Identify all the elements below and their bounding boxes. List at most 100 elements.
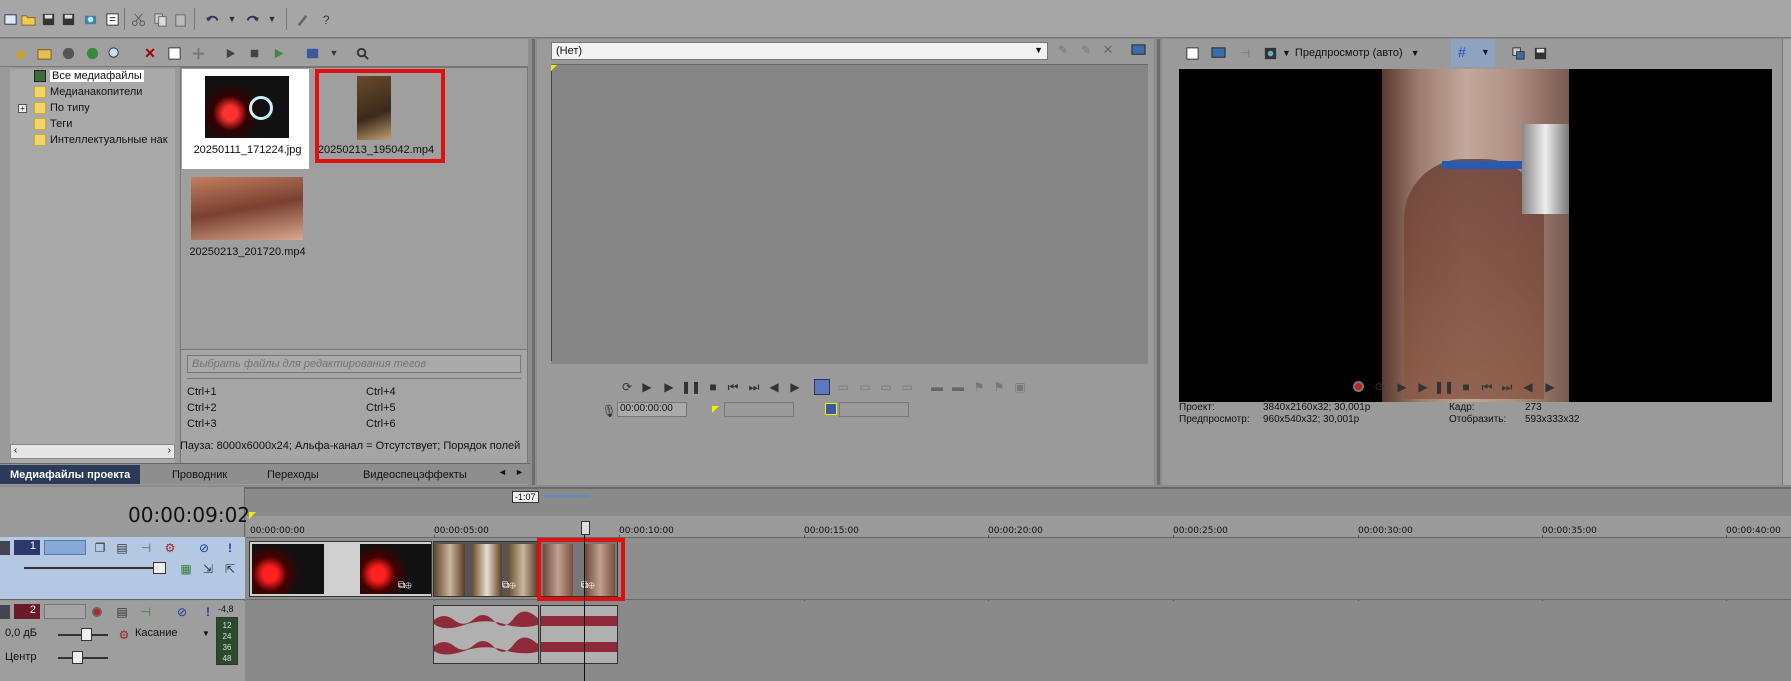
delete-icon[interactable]: ✕ xyxy=(142,45,158,61)
loop-icon[interactable]: ⟳ xyxy=(619,379,635,395)
clip-crop-icon[interactable]: ⧉⊕ xyxy=(502,580,516,591)
trimmer-play-icon[interactable]: ▶ xyxy=(661,379,677,395)
flag-icon[interactable]: ⚑ xyxy=(971,379,987,395)
project-properties-icon[interactable] xyxy=(1184,45,1200,61)
tab-explorer[interactable]: Проводник xyxy=(162,465,237,484)
brush-icon[interactable] xyxy=(294,11,310,27)
solo-icon[interactable]: ! xyxy=(200,604,216,620)
overwrite-icon[interactable]: ▬ xyxy=(950,379,966,395)
automation-icon[interactable]: ⚙ xyxy=(116,627,132,643)
playhead-handle[interactable] xyxy=(581,521,590,535)
solo-icon[interactable]: ! xyxy=(222,540,238,556)
trimmer-view[interactable] xyxy=(551,64,1148,364)
stop-icon[interactable] xyxy=(246,45,262,61)
views-dropdown-icon[interactable]: ▼ xyxy=(326,45,342,61)
trim-in-icon[interactable]: ✎ xyxy=(1055,42,1071,58)
tabs-scroll-right-icon[interactable]: ► xyxy=(515,467,524,477)
track-fx-icon[interactable]: ⚙ xyxy=(162,540,178,556)
media-thumbnail-mp4-2[interactable] xyxy=(191,177,303,240)
pause-icon[interactable]: ❚❚ xyxy=(1434,379,1454,395)
loop-icon[interactable]: ⟳ xyxy=(1372,379,1388,395)
insert-icon[interactable]: ▬ xyxy=(929,379,945,395)
overlays-icon[interactable] xyxy=(1262,45,1278,61)
tree-item-by-type[interactable]: По типу xyxy=(34,100,90,115)
import-media-icon[interactable] xyxy=(36,45,52,61)
tab-transitions[interactable]: Переходы xyxy=(257,465,329,484)
media-thumbnail-jpg[interactable] xyxy=(205,76,289,138)
pan-slider-thumb[interactable] xyxy=(72,651,83,664)
preview-scrollbar[interactable] xyxy=(1782,39,1791,485)
prev-frame-icon[interactable]: ◀ xyxy=(766,379,782,395)
in-point-field[interactable] xyxy=(724,402,794,417)
playhead-cursor[interactable] xyxy=(584,535,585,681)
go-to-start-icon[interactable]: ⏮ xyxy=(725,379,741,395)
pan-slider-track[interactable] xyxy=(58,657,108,659)
video-output-icon[interactable] xyxy=(1210,45,1226,61)
go-to-start-icon[interactable]: ⏮ xyxy=(1479,379,1495,395)
undo-icon[interactable] xyxy=(204,11,220,27)
loop-region-label[interactable]: -1:07 xyxy=(512,491,539,503)
redo-dropdown-icon[interactable]: ▼ xyxy=(264,11,280,27)
preview-play-icon[interactable]: ▶ xyxy=(1415,379,1431,395)
region-icon[interactable]: ⚑ xyxy=(991,379,1007,395)
prev-frame-icon[interactable]: ◀ xyxy=(1520,379,1536,395)
undo-dropdown-icon[interactable]: ▼ xyxy=(224,11,240,27)
grid-toggle-button[interactable]: # ▼ xyxy=(1451,39,1495,67)
media-properties-icon[interactable] xyxy=(166,45,182,61)
open-folder-icon[interactable] xyxy=(20,11,36,27)
render-icon[interactable] xyxy=(82,11,98,27)
tree-expander-icon[interactable]: + xyxy=(18,104,27,113)
trim-tool-icon-2[interactable]: ▭ xyxy=(857,379,873,395)
video-preview[interactable] xyxy=(1179,69,1772,402)
new-project-icon[interactable] xyxy=(2,11,18,27)
chevron-down-icon[interactable]: ▼ xyxy=(202,629,210,638)
help-icon[interactable]: ? xyxy=(318,11,334,27)
collapse-icon[interactable]: ⇲ xyxy=(200,561,216,577)
loop-region-bar[interactable] xyxy=(544,495,589,497)
compositing-icon[interactable]: ❐ xyxy=(92,540,108,556)
go-to-end-icon[interactable]: ⏭ xyxy=(746,379,762,395)
video-clip-mp4-1[interactable]: ⧉⊕ xyxy=(433,541,539,597)
automation-mode-label[interactable]: Касание xyxy=(135,627,177,639)
tag-input[interactable] xyxy=(187,355,521,373)
track-collapse-icon[interactable] xyxy=(0,541,10,555)
capture-icon[interactable] xyxy=(12,45,28,61)
save-snapshot-icon[interactable] xyxy=(1532,45,1548,61)
audio-routing-icon[interactable]: ⊣ xyxy=(138,604,154,620)
snapshot-icon[interactable]: ▣ xyxy=(1012,379,1028,395)
track-name-field[interactable] xyxy=(44,540,86,555)
save-icon[interactable] xyxy=(40,11,56,27)
trim-pen-icon[interactable]: ✎ xyxy=(1078,42,1094,58)
copy-icon[interactable] xyxy=(152,11,168,27)
out-point-field[interactable] xyxy=(839,402,909,417)
tree-item-all-media[interactable]: Все медиафайлы xyxy=(34,68,144,83)
expand-icon[interactable]: ⇱ xyxy=(222,561,238,577)
audio-fx-icon[interactable]: ▤ xyxy=(114,604,130,620)
stop-icon[interactable]: ■ xyxy=(705,379,721,395)
tree-item-media-drives[interactable]: Медианакопители xyxy=(34,84,142,99)
effects-icon[interactable] xyxy=(190,45,206,61)
paste-icon[interactable] xyxy=(172,11,188,27)
copy-snapshot-icon[interactable] xyxy=(1510,45,1526,61)
stop-icon[interactable]: ■ xyxy=(1458,379,1474,395)
trimmer-dropdown[interactable]: (Нет) ▼ xyxy=(551,42,1048,60)
properties-icon[interactable] xyxy=(104,11,120,27)
search-media-icon[interactable] xyxy=(106,45,122,61)
record-icon[interactable] xyxy=(1353,381,1364,392)
trimmer-timecode[interactable]: 00:00:00:00 xyxy=(617,402,687,417)
get-media-icon[interactable] xyxy=(60,45,76,61)
views-icon[interactable] xyxy=(304,45,320,61)
auto-preview-icon[interactable] xyxy=(270,45,286,61)
trim-tool-icon-4[interactable]: ▭ xyxy=(899,379,915,395)
current-timecode[interactable]: 00:00:09:02 xyxy=(128,503,250,527)
tab-project-media[interactable]: Медиафайлы проекта xyxy=(0,465,141,484)
trim-tool-icon-3[interactable]: ▭ xyxy=(878,379,894,395)
level-slider-thumb[interactable] xyxy=(153,562,166,574)
web-icon[interactable] xyxy=(84,45,100,61)
bypass-fx-icon[interactable]: ▦ xyxy=(178,561,194,577)
redo-icon[interactable] xyxy=(244,11,260,27)
next-frame-icon[interactable]: ▶ xyxy=(1542,379,1558,395)
trim-mode-icon[interactable] xyxy=(814,379,830,395)
scroll-left-icon[interactable]: ‹ xyxy=(14,445,17,456)
next-frame-icon[interactable]: ▶ xyxy=(787,379,803,395)
